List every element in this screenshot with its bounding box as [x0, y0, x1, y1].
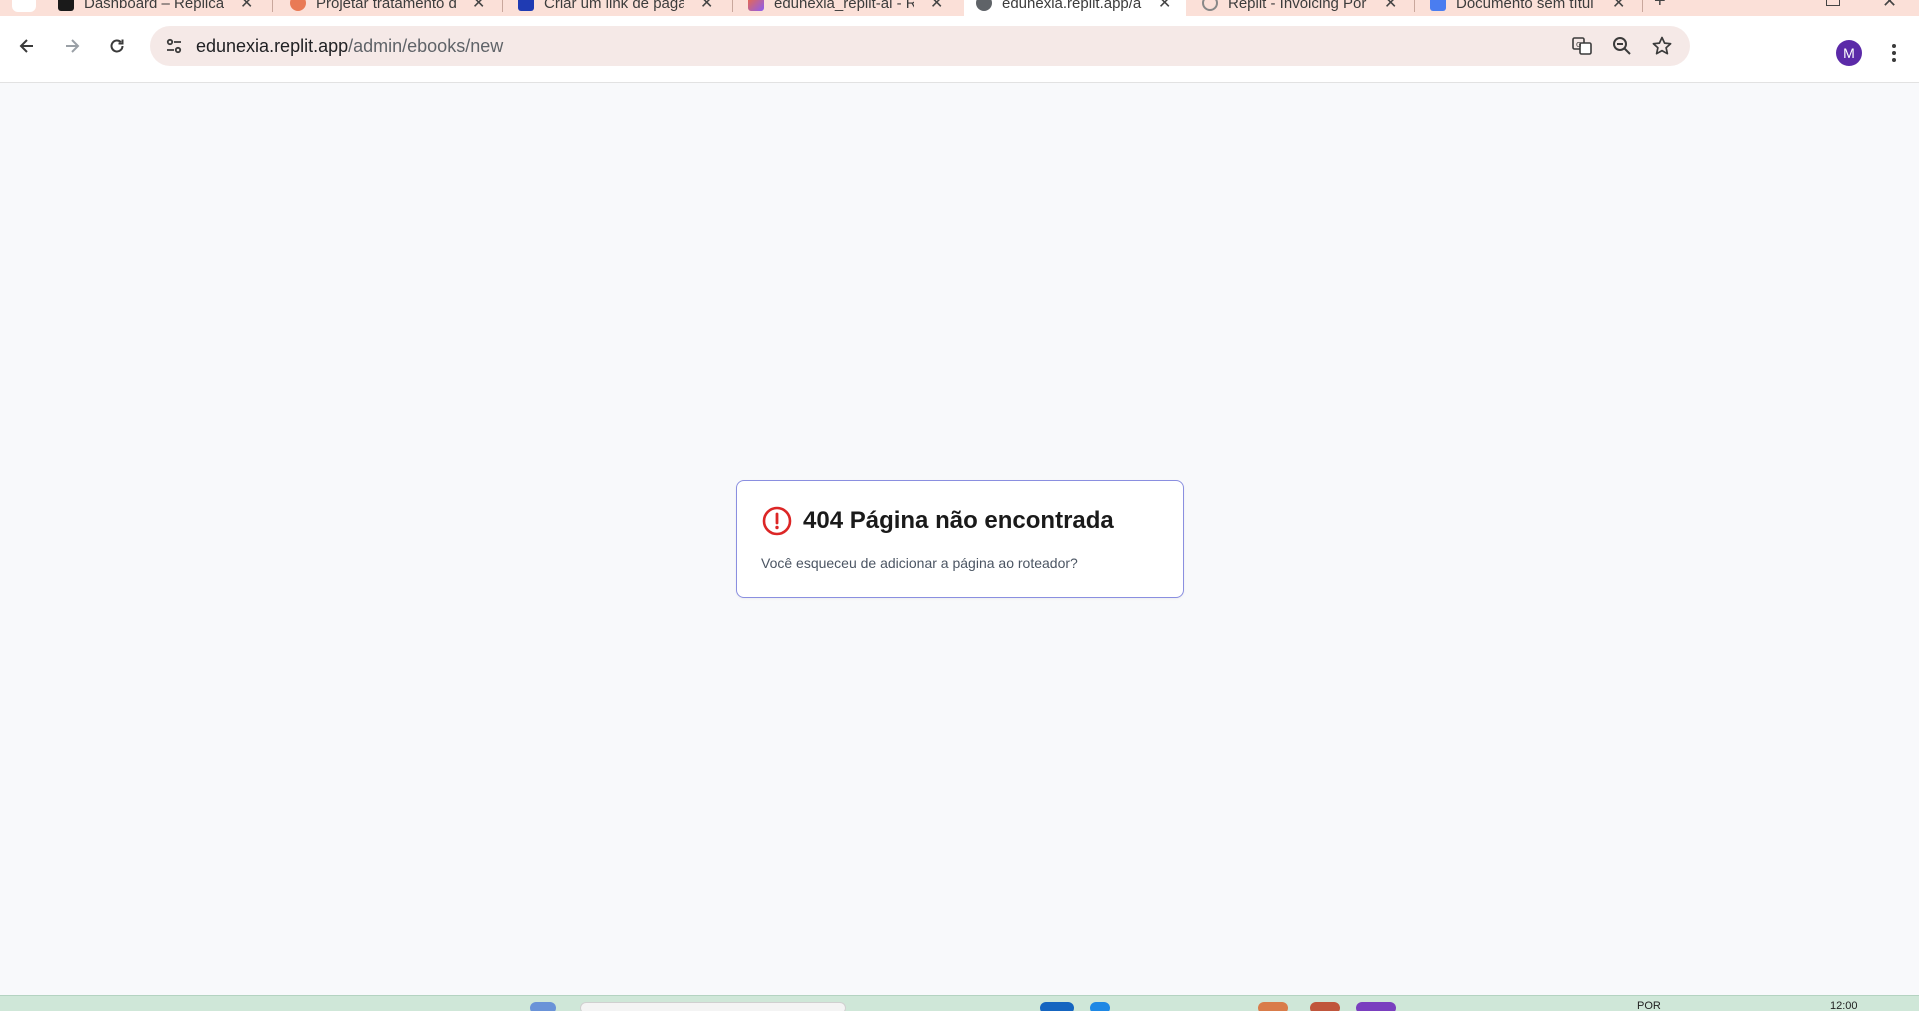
taskbar-app-icon[interactable]	[1090, 1002, 1110, 1011]
close-icon[interactable]: ✕	[240, 0, 253, 13]
error-description: Você esqueceu de adicionar a página ao r…	[761, 555, 1078, 571]
arrow-left-icon	[19, 39, 33, 53]
close-window-icon[interactable]: ✕	[1882, 0, 1897, 12]
svg-text:G: G	[1576, 41, 1581, 49]
zoom-icon[interactable]	[1608, 34, 1636, 58]
restore-window-icon[interactable]	[1826, 0, 1840, 6]
taskbar-clock[interactable]: 12:00	[1830, 1000, 1858, 1011]
tab-strip: Dashboard – Replicar ✕ Projetar tratamen…	[0, 0, 1919, 16]
tab-separator	[1642, 0, 1643, 12]
taskbar-app-icon[interactable]	[1356, 1002, 1396, 1011]
alert-circle-icon	[762, 506, 792, 536]
star-badge-icon	[518, 0, 534, 11]
reload-button[interactable]	[101, 30, 133, 62]
asterisk-icon	[290, 0, 306, 11]
taskbar-app-icon[interactable]	[530, 1002, 556, 1011]
tab-separator	[732, 0, 733, 12]
omnibox-actions: G	[1568, 34, 1676, 58]
address-bar[interactable]: edunexia.replit.app/admin/ebooks/new G	[150, 26, 1690, 66]
tab-documento[interactable]: Documento sem títul ✕	[1430, 0, 1625, 16]
bookmark-star-icon[interactable]	[1648, 34, 1676, 58]
loading-icon	[1202, 0, 1218, 11]
taskbar-app-icon[interactable]	[1310, 1002, 1340, 1011]
tab-separator	[502, 0, 503, 12]
tab-title: edunexia_replit-ai - R	[774, 0, 914, 12]
tab-dashboard[interactable]: Dashboard – Replicar ✕	[58, 0, 253, 16]
tab-edunexia-repl[interactable]: edunexia_replit-ai - R ✕	[748, 0, 943, 16]
reload-icon	[110, 39, 124, 53]
close-icon[interactable]: ✕	[930, 0, 943, 13]
tab-separator	[1414, 0, 1415, 12]
forward-button[interactable]	[56, 30, 88, 62]
url-host: edunexia.replit.app	[196, 35, 349, 56]
close-icon[interactable]: ✕	[700, 0, 713, 13]
translate-icon[interactable]: G	[1568, 34, 1596, 58]
globe-icon	[976, 0, 992, 11]
error-heading: 404 Página não encontrada	[761, 505, 1159, 537]
taskbar-language[interactable]: POR	[1637, 1000, 1661, 1011]
tab-title: Projetar tratamento d	[316, 0, 456, 12]
close-icon[interactable]: ✕	[1158, 0, 1171, 13]
tab-projetar[interactable]: Projetar tratamento d ✕	[290, 0, 485, 16]
page-content: 404 Página não encontrada Você esqueceu …	[0, 83, 1919, 995]
tab-criar-link[interactable]: Criar um link de paga ✕	[518, 0, 713, 16]
close-icon[interactable]: ✕	[1612, 0, 1625, 13]
site-settings-icon[interactable]	[162, 34, 186, 58]
taskbar-search-box[interactable]	[580, 1002, 846, 1011]
tab-title: Dashboard – Replicar	[84, 0, 224, 12]
doc-icon	[1430, 0, 1446, 11]
close-icon[interactable]: ✕	[472, 0, 485, 13]
os-taskbar: POR 12:00	[0, 995, 1919, 1011]
url-text[interactable]: edunexia.replit.app/admin/ebooks/new	[196, 36, 503, 57]
tab-search-button[interactable]	[12, 0, 36, 12]
close-icon[interactable]: ✕	[1384, 0, 1397, 13]
tab-title: Documento sem títul	[1456, 0, 1594, 12]
tab-edunexia-app[interactable]: edunexia.replit.app/a ✕	[964, 0, 1186, 16]
profile-avatar[interactable]: M	[1836, 40, 1862, 66]
tab-title: Criar um link de paga	[544, 0, 684, 12]
arrow-right-icon	[66, 39, 80, 53]
error-title: 404 Página não encontrada	[803, 507, 1114, 534]
tab-title: Replit - Invoicing Por	[1228, 0, 1367, 12]
taskbar-app-icon[interactable]	[1258, 1002, 1288, 1011]
new-tab-icon[interactable]: +	[1654, 0, 1666, 13]
grid-icon	[748, 0, 764, 11]
profile-initial: M	[1843, 45, 1855, 61]
tab-replit-invoicing[interactable]: Replit - Invoicing Por ✕	[1202, 0, 1397, 16]
url-path: /admin/ebooks/new	[348, 35, 504, 56]
browser-menu-icon[interactable]	[1880, 38, 1908, 68]
browser-toolbar: edunexia.replit.app/admin/ebooks/new G M	[0, 16, 1919, 83]
bars-icon	[58, 0, 74, 11]
tab-separator	[272, 0, 273, 12]
back-button[interactable]	[11, 30, 43, 62]
taskbar-app-icon[interactable]	[1040, 1002, 1074, 1011]
error-card: 404 Página não encontrada Você esqueceu …	[736, 480, 1184, 598]
tab-title: edunexia.replit.app/a	[1002, 0, 1142, 12]
